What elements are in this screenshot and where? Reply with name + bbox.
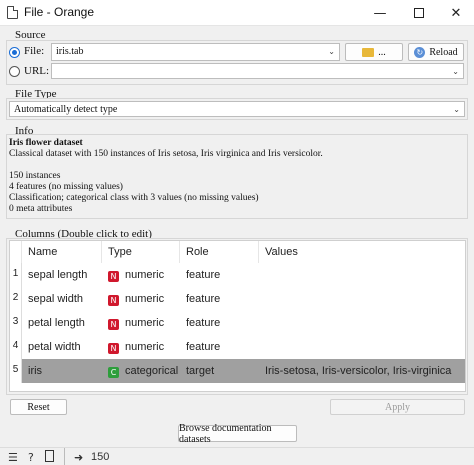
- browse-documentation-label: Browse documentation datasets: [179, 422, 272, 445]
- classification-summary: Classification; categorical class with 3…: [9, 193, 259, 203]
- table-row[interactable]: 2 sepal width Nnumeric feature: [10, 287, 465, 311]
- column-values[interactable]: [259, 287, 265, 311]
- menu-icon[interactable]: ☰: [8, 451, 18, 464]
- close-button[interactable]: ✕: [438, 0, 474, 26]
- column-role[interactable]: feature: [180, 311, 220, 335]
- column-header-type[interactable]: Type: [102, 241, 180, 263]
- column-role[interactable]: feature: [180, 287, 220, 311]
- chevron-down-icon: ⌄: [328, 47, 335, 56]
- column-role[interactable]: feature: [180, 335, 220, 359]
- reload-button[interactable]: ↻ Reload: [408, 43, 464, 61]
- table-row[interactable]: 3 petal length Nnumeric feature: [10, 311, 465, 335]
- column-type[interactable]: numeric: [125, 269, 164, 281]
- table-row[interactable]: 4 petal width Nnumeric feature: [10, 335, 465, 359]
- column-header-values[interactable]: Values: [259, 241, 465, 263]
- window-title: File - Orange: [24, 5, 95, 19]
- maximize-button[interactable]: [401, 0, 437, 26]
- file-type-value: Automatically detect type: [14, 104, 118, 115]
- meta-attributes-summary: 0 meta attributes: [9, 204, 73, 214]
- output-count: 150: [91, 451, 110, 463]
- url-radio[interactable]: [9, 66, 20, 77]
- file-path-combo[interactable]: iris.tab ⌄: [51, 43, 340, 61]
- column-name[interactable]: sepal width: [22, 287, 83, 311]
- row-number: 4: [10, 335, 22, 359]
- row-number: 3: [10, 311, 22, 335]
- numeric-type-icon: N: [108, 343, 119, 354]
- browse-file-button[interactable]: ...: [345, 43, 403, 61]
- file-radio-label: File:: [24, 45, 45, 57]
- browse-button-label: ...: [378, 46, 386, 58]
- report-icon[interactable]: [45, 450, 54, 462]
- numeric-type-icon: N: [108, 295, 119, 306]
- apply-button-label: Apply: [385, 401, 410, 413]
- row-header-corner: [10, 241, 22, 263]
- folder-icon: [362, 47, 375, 57]
- instances-count: 150 instances: [9, 171, 61, 181]
- chevron-down-icon: ⌄: [452, 67, 459, 76]
- column-header-name[interactable]: Name: [22, 241, 102, 263]
- column-type[interactable]: categorical: [125, 365, 178, 377]
- dataset-description: Classical dataset with 150 instances of …: [9, 149, 323, 159]
- info-blank-line: [9, 160, 323, 171]
- title-bar: File - Orange — ✕: [0, 0, 474, 26]
- row-number: 2: [10, 287, 22, 311]
- table-row[interactable]: 1 sepal length Nnumeric feature: [10, 263, 465, 287]
- url-combo[interactable]: ⌄: [51, 63, 464, 79]
- column-name[interactable]: iris: [22, 359, 42, 383]
- numeric-type-icon: N: [108, 319, 119, 330]
- column-values[interactable]: [259, 263, 265, 287]
- column-role[interactable]: feature: [180, 263, 220, 287]
- reset-button[interactable]: Reset: [10, 399, 67, 415]
- status-bar: ☰ ? ➜ 150: [0, 447, 474, 465]
- columns-table[interactable]: Name Type Role Values 1 sepal length Nnu…: [9, 240, 466, 392]
- reset-button-label: Reset: [27, 401, 50, 413]
- features-summary: 4 features (no missing values): [9, 182, 123, 192]
- output-icon: ➜: [74, 451, 84, 464]
- file-type-combo[interactable]: Automatically detect type ⌄: [9, 101, 465, 117]
- url-radio-label: URL:: [24, 65, 50, 77]
- reload-button-label: Reload: [429, 46, 458, 58]
- column-role[interactable]: target: [180, 359, 214, 383]
- row-number: 5: [10, 359, 22, 383]
- chevron-down-icon: ⌄: [453, 105, 460, 114]
- minimize-icon: —: [373, 5, 387, 21]
- column-header-role[interactable]: Role: [180, 241, 259, 263]
- table-row-selected[interactable]: 5 iris Ccategorical target Iris-setosa, …: [10, 359, 465, 383]
- dataset-title: Iris flower dataset: [9, 138, 83, 148]
- column-type[interactable]: numeric: [125, 341, 164, 353]
- column-type[interactable]: numeric: [125, 317, 164, 329]
- reload-icon: ↻: [414, 46, 426, 58]
- file-icon: [7, 6, 18, 19]
- categorical-type-icon: C: [108, 367, 119, 378]
- minimize-button[interactable]: —: [362, 0, 398, 26]
- numeric-type-icon: N: [108, 271, 119, 282]
- column-type[interactable]: numeric: [125, 293, 164, 305]
- file-path-value: iris.tab: [56, 46, 84, 57]
- maximize-icon: [414, 8, 424, 18]
- status-divider: [64, 448, 65, 465]
- column-name[interactable]: sepal length: [22, 263, 87, 287]
- file-radio[interactable]: [9, 47, 20, 58]
- column-values[interactable]: [259, 335, 265, 359]
- apply-button[interactable]: Apply: [330, 399, 465, 415]
- browse-documentation-button[interactable]: Browse documentation datasets: [178, 422, 297, 445]
- help-icon[interactable]: ?: [28, 451, 34, 464]
- close-icon: ✕: [450, 5, 462, 21]
- column-name[interactable]: petal length: [22, 311, 85, 335]
- column-name[interactable]: petal width: [22, 335, 81, 359]
- column-values[interactable]: [259, 311, 265, 335]
- row-number: 1: [10, 263, 22, 287]
- column-values[interactable]: Iris-setosa, Iris-versicolor, Iris-virgi…: [259, 359, 451, 383]
